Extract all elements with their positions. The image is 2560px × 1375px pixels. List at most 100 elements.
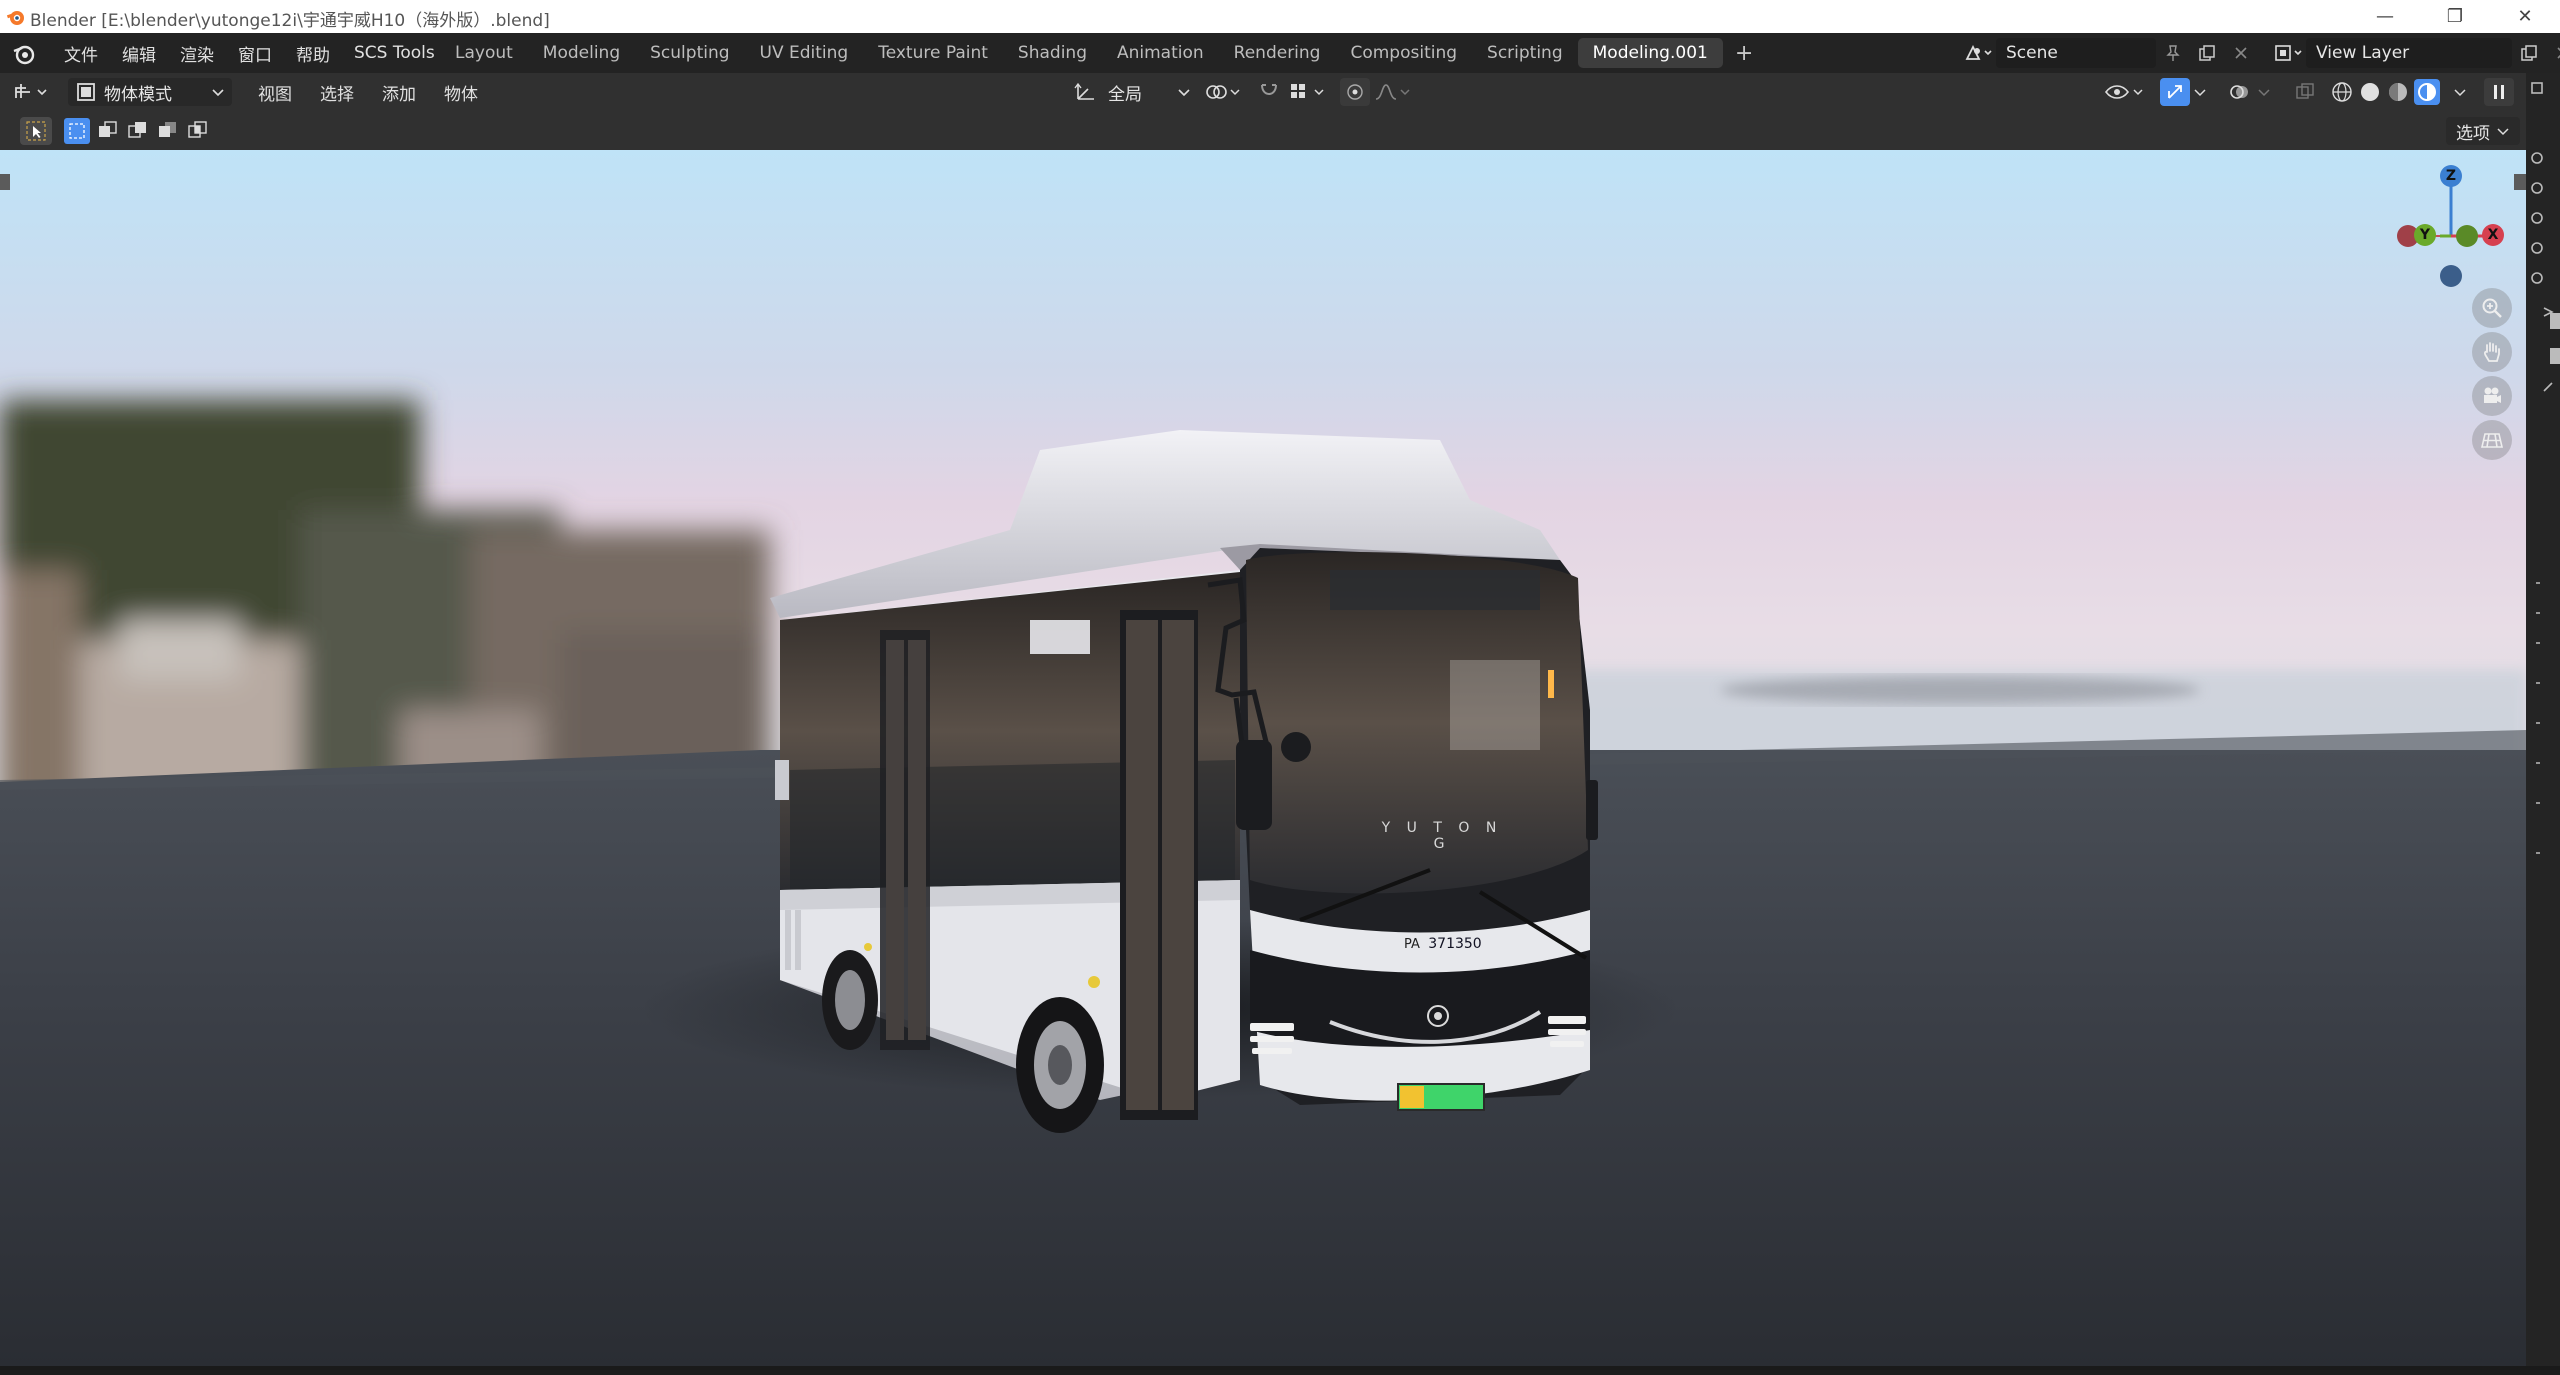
view-layer-field[interactable]: View Layer xyxy=(2306,38,2512,68)
object-mode-dropdown[interactable]: 物体模式 xyxy=(68,78,232,106)
tab-modeling[interactable]: Modeling xyxy=(528,38,635,68)
window-titlebar: Blender [E:\blender\yutonge12i\宇通宇威H10（海… xyxy=(0,0,2560,33)
new-scene-icon[interactable] xyxy=(2190,38,2224,68)
zoom-icon[interactable] xyxy=(2472,288,2512,328)
gizmo-dropdown[interactable] xyxy=(2192,78,2212,106)
shading-dropdown[interactable] xyxy=(2452,78,2472,106)
visibility-dropdown[interactable] xyxy=(2104,78,2150,106)
blender-logo-icon xyxy=(6,11,24,25)
workspace-tabs: Layout Modeling Sculpting UV Editing Tex… xyxy=(440,33,1765,73)
falloff-dropdown[interactable] xyxy=(1374,78,1414,106)
tool-settings-row xyxy=(0,111,2526,151)
select-box-icon[interactable] xyxy=(64,118,90,144)
tab-animation[interactable]: Animation xyxy=(1102,38,1219,68)
transform-orientation-label: 全局 xyxy=(1108,84,1142,105)
viewport-header: 物体模式 视图 选择 添加 物体 全局 xyxy=(0,73,2526,112)
transform-orientation-dropdown[interactable]: 全局 xyxy=(1074,78,1194,106)
menu-object[interactable]: 物体 xyxy=(430,80,492,105)
minimize-button[interactable]: — xyxy=(2350,0,2420,33)
overlay-icon[interactable] xyxy=(2224,78,2254,106)
tab-modeling-001[interactable]: Modeling.001 xyxy=(1577,38,1723,68)
delete-view-layer-icon[interactable] xyxy=(2546,38,2560,68)
overlay-dropdown[interactable] xyxy=(2256,78,2276,106)
pause-icon xyxy=(2494,85,2504,99)
options-label: 选项 xyxy=(2456,123,2490,144)
window-title: Blender [E:\blender\yutonge12i\宇通宇威H10（海… xyxy=(30,11,550,31)
transform-orientation-icon xyxy=(1074,82,1094,100)
select-extend-icon[interactable] xyxy=(96,119,120,143)
hand-pan-icon[interactable] xyxy=(2472,332,2512,372)
shading-wireframe-icon[interactable] xyxy=(2330,80,2354,104)
snap-target-dropdown[interactable] xyxy=(1288,78,1332,106)
tab-scripting[interactable]: Scripting xyxy=(1472,38,1578,68)
menu-view[interactable]: 视图 xyxy=(244,80,306,105)
xray-icon[interactable] xyxy=(2290,78,2320,106)
menu-scs-tools[interactable]: SCS Tools xyxy=(342,43,447,63)
pivot-point-dropdown[interactable] xyxy=(1204,78,1248,106)
close-button[interactable]: ✕ xyxy=(2490,0,2560,33)
status-bar xyxy=(0,1366,2560,1370)
menu-edit[interactable]: 编辑 xyxy=(110,41,168,66)
gizmo-axis-y[interactable]: Y xyxy=(2414,224,2436,246)
tab-texture-paint[interactable]: Texture Paint xyxy=(863,38,1003,68)
shading-modes xyxy=(2330,78,2450,106)
scene-name-field[interactable]: Scene xyxy=(1996,38,2156,68)
view-layer-icon[interactable] xyxy=(2272,38,2306,68)
main-menu: 文件 编辑 渲染 窗口 帮助 SCS Tools xyxy=(52,33,447,73)
editor-type-icon[interactable] xyxy=(12,78,60,106)
menu-render[interactable]: 渲染 xyxy=(168,41,226,66)
pause-render-button[interactable] xyxy=(2484,78,2514,106)
plate-number: 371350 xyxy=(1428,936,1482,952)
viewport-render xyxy=(0,150,2526,1366)
blender-logo-icon[interactable] xyxy=(12,42,36,66)
viewport-menus: 视图 选择 添加 物体 xyxy=(244,73,492,111)
delete-scene-icon[interactable] xyxy=(2224,38,2258,68)
properties-panel-edge[interactable] xyxy=(2526,73,2560,1370)
new-view-layer-icon[interactable] xyxy=(2512,38,2546,68)
proportional-edit-icon[interactable] xyxy=(1340,78,1370,106)
tab-sculpting[interactable]: Sculpting xyxy=(635,38,744,68)
tab-uv-editing[interactable]: UV Editing xyxy=(745,38,864,68)
3d-viewport[interactable]: Y U T O N G PA 371350 Z Y X xyxy=(0,150,2526,1366)
tab-shading[interactable]: Shading xyxy=(1003,38,1102,68)
add-workspace-button[interactable]: + xyxy=(1723,41,1765,66)
restore-button[interactable]: ❐ xyxy=(2420,0,2490,33)
scene-selector: Scene View Layer xyxy=(1962,37,2560,69)
snap-icon[interactable] xyxy=(1254,78,1284,106)
menu-help[interactable]: 帮助 xyxy=(284,41,342,66)
shading-rendered-icon[interactable] xyxy=(2414,79,2440,105)
plate-prefix: PA xyxy=(1404,937,1420,952)
chevron-down-icon xyxy=(212,89,224,97)
cursor-arrow-icon xyxy=(26,121,46,141)
chevron-down-icon xyxy=(2497,128,2509,136)
menu-window[interactable]: 窗口 xyxy=(226,41,284,66)
scene-icon[interactable] xyxy=(1962,38,1996,68)
select-mode-group xyxy=(64,117,210,145)
sidebar-collapse-tab[interactable] xyxy=(2514,174,2526,190)
gizmo-toggle-icon[interactable] xyxy=(2160,78,2190,106)
gizmo-axis-x[interactable]: X xyxy=(2482,224,2504,246)
select-tool-button[interactable] xyxy=(20,117,52,145)
menu-file[interactable]: 文件 xyxy=(52,41,110,66)
menu-select[interactable]: 选择 xyxy=(306,80,368,105)
menu-add[interactable]: 添加 xyxy=(368,80,430,105)
camera-icon[interactable] xyxy=(2472,376,2512,416)
select-intersect-icon[interactable] xyxy=(186,119,210,143)
top-bar: 文件 编辑 渲染 窗口 帮助 SCS Tools Layout Modeling… xyxy=(0,33,2560,73)
toolbar-collapse-tab[interactable] xyxy=(0,174,10,190)
options-dropdown[interactable]: 选项 xyxy=(2446,117,2520,145)
shading-solid-icon[interactable] xyxy=(2358,80,2382,104)
chevron-down-icon xyxy=(1178,89,1190,97)
tab-layout[interactable]: Layout xyxy=(440,38,528,68)
select-subtract-icon[interactable] xyxy=(126,119,150,143)
grid-icon[interactable] xyxy=(2472,420,2512,460)
pin-icon[interactable] xyxy=(2156,38,2190,68)
properties-tab-icons xyxy=(2531,82,2560,854)
object-mode-icon xyxy=(77,83,95,101)
select-difference-icon[interactable] xyxy=(156,119,180,143)
object-mode-label: 物体模式 xyxy=(104,84,172,105)
shading-material-icon[interactable] xyxy=(2386,80,2410,104)
tab-rendering[interactable]: Rendering xyxy=(1219,38,1336,68)
tab-compositing[interactable]: Compositing xyxy=(1335,38,1472,68)
gizmo-axis-z[interactable]: Z xyxy=(2440,165,2462,187)
